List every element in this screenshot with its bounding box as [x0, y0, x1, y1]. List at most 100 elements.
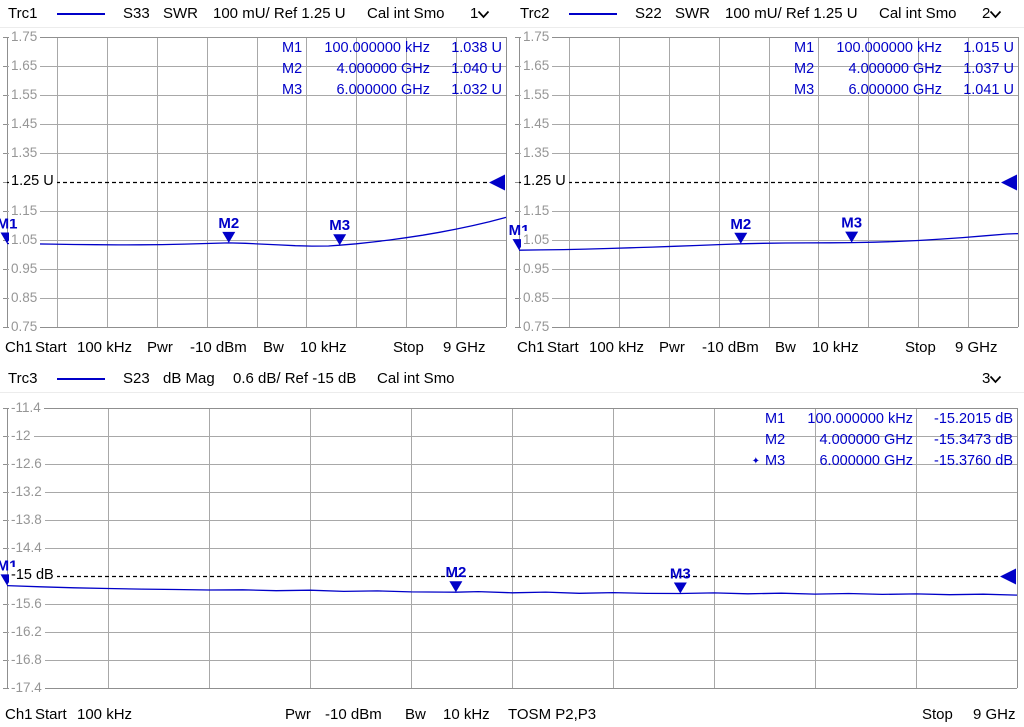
channel1-footer-left: Ch1 Start 100 kHz Pwr -10 dBm Bw 10 kHz Stop 9 G… [0, 333, 512, 365]
footer-item: Pwr [147, 339, 173, 356]
marker-value: -15.2015 dB [933, 411, 1013, 427]
marker-value: 1.038 U [451, 40, 502, 56]
footer-item: 10 kHz [300, 339, 347, 356]
footer-item: 9 GHz [443, 339, 486, 356]
marker-info-row-M3: M3 6.000000 GHz 1.041 U [775, 80, 1014, 101]
chevron-down-icon [989, 10, 1002, 19]
y-tick-label: 0.85 [521, 289, 553, 306]
trc3-plot[interactable]: M1 M2 M3 -11.4 -12 -12.6 -13.2 -13.8 -14.4 -15 dB… [0, 393, 1024, 700]
y-tick-label: 1.55 [521, 86, 553, 103]
footer-item: Stop [905, 339, 936, 356]
active-marker-icon: ✦ [751, 456, 760, 467]
footer-item: 10 kHz [812, 339, 859, 356]
marker-M3-icon[interactable] [673, 582, 687, 594]
marker-name: M2 [282, 61, 303, 77]
y-tick-label: -17.4 [9, 679, 45, 696]
marker-info-row-M1: M1 100.000000 kHz -15.2015 dB [746, 409, 1013, 430]
trace1-format[interactable]: SWR [163, 0, 198, 28]
y-tick-label: 1.65 [9, 57, 41, 74]
y-tick-label: 1.55 [9, 86, 41, 103]
footer-item: Ch1 [5, 706, 33, 723]
footer-item: Stop [922, 706, 953, 723]
marker-info-row-M2: M2 4.000000 GHz 1.040 U [263, 59, 502, 80]
marker-info-row-M2: M2 4.000000 GHz 1.037 U [775, 59, 1014, 80]
marker-frequency: 6.000000 GHz [336, 82, 430, 98]
footer-item: 100 kHz [77, 706, 133, 723]
marker-value: -15.3473 dB [933, 432, 1013, 448]
ref-level-arrow-icon[interactable] [489, 174, 505, 191]
marker-name: M2 [765, 432, 786, 448]
trace1-name[interactable]: Trc1 [8, 0, 37, 28]
channel1-footer-right: Ch1 Start 100 kHz Pwr -10 dBm Bw 10 kHz Stop 9 G… [512, 333, 1024, 365]
trace2-color-line-icon [569, 13, 617, 15]
marker-M3-label: M3 [841, 215, 862, 232]
marker-info-table: M1 100.000000 kHz 1.015 U M2 4.000000 GHz 1.0… [775, 38, 1014, 101]
trace2-format[interactable]: SWR [675, 0, 710, 28]
y-tick-label: 1.65 [521, 57, 553, 74]
channel-selector-1[interactable]: 1 [470, 0, 490, 28]
trace3-name[interactable]: Trc3 [8, 365, 37, 393]
chevron-down-icon [477, 10, 490, 19]
trc1-trace[interactable] [6, 216, 507, 247]
footer-item: Start [35, 339, 67, 356]
footer-item: Start [547, 339, 579, 356]
footer-item: Pwr [285, 706, 311, 723]
y-tick-label: 1.75 [521, 28, 553, 45]
y-tick-label: 0.95 [9, 260, 41, 277]
marker-value: 1.040 U [451, 61, 502, 77]
marker-M2-label: M2 [218, 215, 239, 232]
trace3-format[interactable]: dB Mag [163, 365, 215, 393]
channel-selector-3[interactable]: 3 [982, 365, 1002, 393]
footer-item: -10 dBm [325, 706, 382, 723]
y-tick-label: 1.45 [521, 115, 553, 132]
marker-info-row-M2: M2 4.000000 GHz -15.3473 dB [746, 430, 1013, 451]
footer-item: 100 kHz [77, 339, 133, 356]
footer-item: -10 dBm [190, 339, 247, 356]
ref-level-arrow-icon[interactable] [1000, 568, 1016, 585]
marker-value: -15.3760 dB [933, 453, 1013, 469]
marker-M2-icon[interactable] [449, 581, 463, 593]
marker-M2-label: M2 [730, 216, 751, 233]
y-tick-label: -13.2 [9, 483, 45, 500]
marker-value: 1.032 U [451, 82, 502, 98]
trc2-trace[interactable] [518, 232, 1019, 251]
channel-number: 2 [982, 5, 991, 22]
marker-M3-icon[interactable] [333, 234, 347, 246]
marker-frequency: 6.000000 GHz [819, 453, 913, 469]
y-tick-label: -16.8 [9, 651, 45, 668]
diagram-trc1: Trc1 S33 SWR 100 mU/ Ref 1.25 U Cal int … [0, 0, 512, 365]
footer-item: 10 kHz [443, 706, 490, 723]
y-tick-label: 0.85 [9, 289, 41, 306]
footer-item: Pwr [659, 339, 685, 356]
footer-item: Ch1 [517, 339, 545, 356]
trace3-measurement[interactable]: S23 [123, 365, 150, 393]
marker-frequency: 4.000000 GHz [819, 432, 913, 448]
marker-M2-icon[interactable] [734, 232, 748, 244]
ref-level-label: -15 dB [9, 567, 57, 584]
trace2-name[interactable]: Trc2 [520, 0, 549, 28]
trace3-scale[interactable]: 0.6 dB/ Ref -15 dB [233, 365, 356, 393]
channel1-footer-bottom: Ch1 Start 100 kHz Pwr -10 dBm Bw 10 kHz TOSM P2… [0, 700, 1024, 727]
marker-name: M2 [794, 61, 815, 77]
vna-screen: Trc1 S33 SWR 100 mU/ Ref 1.25 U Cal int … [0, 0, 1024, 727]
trc2-plot[interactable]: M1 M2 M3 1.75 1.65 1.55 1.45 1.35 1.25 U 1.15 1.05… [509, 28, 1024, 335]
channel-selector-2[interactable]: 2 [982, 0, 1002, 28]
trace1-scale[interactable]: 100 mU/ Ref 1.25 U [213, 0, 346, 28]
trace1-measurement[interactable]: S33 [123, 0, 150, 28]
trc1-plot[interactable]: M1 M2 M3 1.75 1.65 1.55 1.45 1.35 1.25 U 1.15 1.05… [0, 28, 512, 335]
marker-info-row-M3: M3 6.000000 GHz 1.032 U [263, 80, 502, 101]
y-tick-label: 1.15 [9, 202, 41, 219]
marker-name: M3 [282, 82, 303, 98]
marker-value: 1.037 U [963, 61, 1014, 77]
y-tick-label: 1.15 [521, 202, 553, 219]
ref-level-arrow-icon[interactable] [1001, 174, 1017, 191]
trace2-measurement[interactable]: S22 [635, 0, 662, 28]
trace2-scale[interactable]: 100 mU/ Ref 1.25 U [725, 0, 858, 28]
trace2-cal-status: Cal int Smo [879, 5, 957, 22]
trace2-header: Trc2 S22 SWR 100 mU/ Ref 1.25 U Cal int … [512, 0, 1024, 28]
y-tick-label: -11.4 [9, 399, 44, 416]
trace3-header: Trc3 S23 dB Mag 0.6 dB/ Ref -15 dB Cal i… [0, 365, 1024, 393]
marker-M2-icon[interactable] [222, 231, 236, 243]
marker-M3-label: M3 [670, 566, 691, 583]
y-tick-label: -12 [9, 427, 34, 444]
